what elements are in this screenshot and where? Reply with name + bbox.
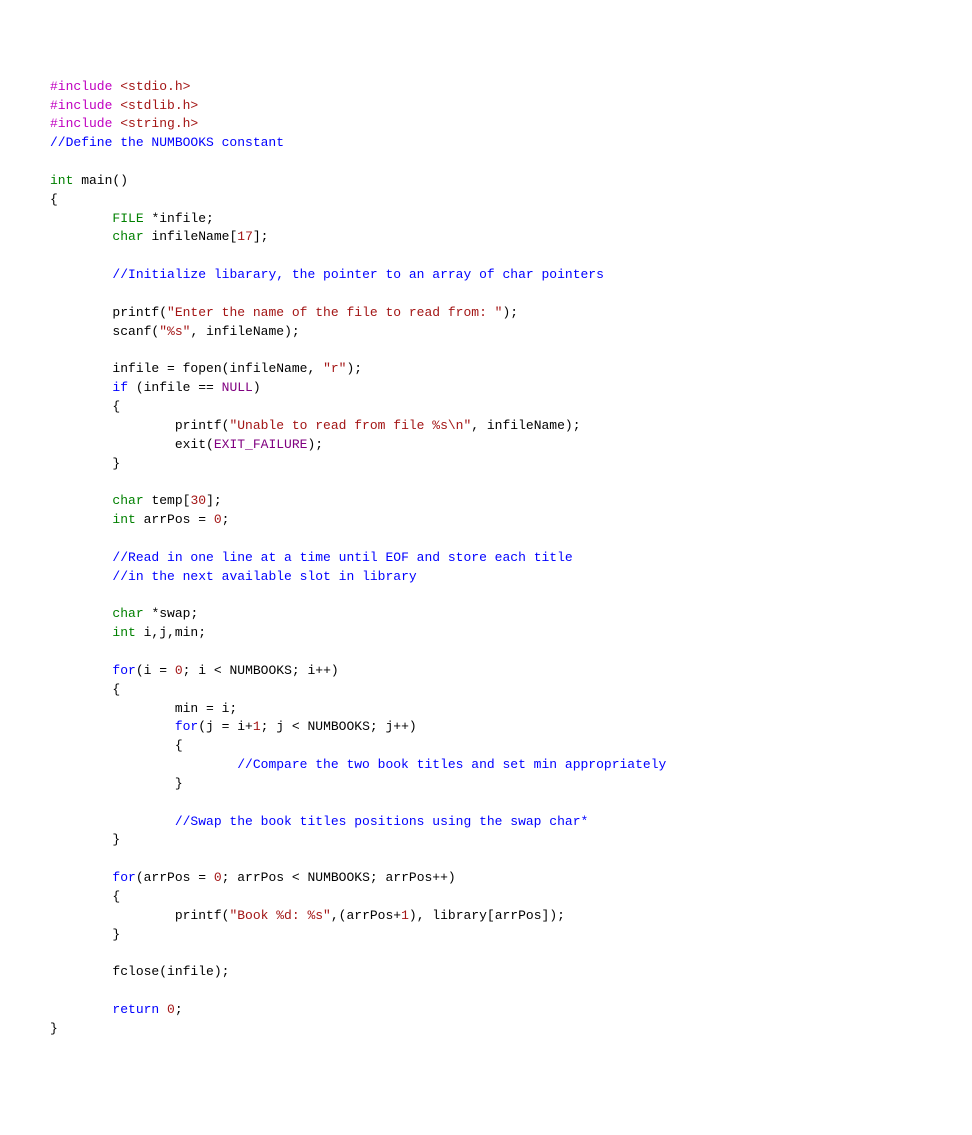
stmt: infile = fopen(infileName, bbox=[112, 361, 323, 376]
type: int bbox=[112, 512, 135, 527]
decl: ]; bbox=[253, 229, 269, 244]
comment: //Read in one line at a time until EOF a… bbox=[112, 550, 572, 565]
type: char bbox=[112, 229, 143, 244]
literal: 0 bbox=[175, 663, 183, 678]
brace: } bbox=[175, 776, 183, 791]
brace: } bbox=[50, 1021, 58, 1036]
brace: { bbox=[112, 889, 120, 904]
brace: { bbox=[112, 399, 120, 414]
literal: 30 bbox=[190, 493, 206, 508]
type: char bbox=[112, 493, 143, 508]
decl: arrPos = bbox=[136, 512, 214, 527]
decl: *swap; bbox=[144, 606, 199, 621]
keyword: if bbox=[112, 380, 128, 395]
brace: } bbox=[112, 456, 120, 471]
decl: infileName[ bbox=[144, 229, 238, 244]
call: printf( bbox=[175, 908, 230, 923]
cond: (i = bbox=[136, 663, 175, 678]
string: "Enter the name of the file to read from… bbox=[167, 305, 502, 320]
literal: 1 bbox=[253, 719, 261, 734]
stmt: ; bbox=[175, 1002, 183, 1017]
stmt: min = i; bbox=[175, 701, 237, 716]
decl: i,j,min; bbox=[136, 625, 206, 640]
call: ); bbox=[307, 437, 323, 452]
decl: ]; bbox=[206, 493, 222, 508]
literal: 0 bbox=[214, 512, 222, 527]
keyword: return bbox=[112, 1002, 159, 1017]
cond: (arrPos = bbox=[136, 870, 214, 885]
call: printf( bbox=[112, 305, 167, 320]
stmt bbox=[159, 1002, 167, 1017]
literal: 0 bbox=[167, 1002, 175, 1017]
comment: //in the next available slot in library bbox=[112, 569, 416, 584]
brace: } bbox=[112, 832, 120, 847]
decl: temp[ bbox=[144, 493, 191, 508]
comment: //Initialize libarary, the pointer to an… bbox=[112, 267, 603, 282]
comment: //Define the NUMBOOKS constant bbox=[50, 135, 284, 150]
type: FILE bbox=[112, 211, 143, 226]
call: ), library[arrPos]); bbox=[409, 908, 565, 923]
preproc: #include bbox=[50, 98, 120, 113]
brace: { bbox=[112, 682, 120, 697]
decl: *infile; bbox=[144, 211, 214, 226]
call: ,(arrPos+ bbox=[331, 908, 401, 923]
stmt: ); bbox=[346, 361, 362, 376]
include-target: <string.h> bbox=[120, 116, 198, 131]
brace: } bbox=[112, 927, 120, 942]
decl: ; bbox=[222, 512, 230, 527]
call: scanf( bbox=[112, 324, 159, 339]
type: int bbox=[50, 173, 73, 188]
include-target: <stdio.h> bbox=[120, 79, 190, 94]
type: int bbox=[112, 625, 135, 640]
macro: NULL bbox=[222, 380, 253, 395]
func-name: main() bbox=[73, 173, 128, 188]
code-block: #include <stdio.h> #include <stdlib.h> #… bbox=[50, 78, 932, 1039]
literal: 1 bbox=[401, 908, 409, 923]
cond: ) bbox=[253, 380, 261, 395]
keyword: for bbox=[112, 870, 135, 885]
brace: { bbox=[50, 192, 58, 207]
call: ); bbox=[503, 305, 519, 320]
cond: ; i < NUMBOOKS; i++) bbox=[183, 663, 339, 678]
cond: ; arrPos < NUMBOOKS; arrPos++) bbox=[222, 870, 456, 885]
call: , infileName); bbox=[471, 418, 580, 433]
call: exit( bbox=[175, 437, 214, 452]
macro: EXIT_FAILURE bbox=[214, 437, 308, 452]
call: , infileName); bbox=[190, 324, 299, 339]
keyword: for bbox=[112, 663, 135, 678]
literal: 0 bbox=[214, 870, 222, 885]
comment: //Compare the two book titles and set mi… bbox=[237, 757, 666, 772]
cond: (infile == bbox=[128, 380, 222, 395]
brace: { bbox=[175, 738, 183, 753]
include-target: <stdlib.h> bbox=[120, 98, 198, 113]
string: "Unable to read from file %s\n" bbox=[229, 418, 471, 433]
call: printf( bbox=[175, 418, 230, 433]
string: "Book %d: %s" bbox=[229, 908, 330, 923]
preproc: #include bbox=[50, 79, 120, 94]
string: "r" bbox=[323, 361, 346, 376]
cond: ; j < NUMBOOKS; j++) bbox=[261, 719, 417, 734]
comment: //Swap the book titles positions using t… bbox=[175, 814, 588, 829]
stmt: fclose(infile); bbox=[112, 964, 229, 979]
type: char bbox=[112, 606, 143, 621]
preproc: #include bbox=[50, 116, 120, 131]
cond: (j = i+ bbox=[198, 719, 253, 734]
string: "%s" bbox=[159, 324, 190, 339]
literal: 17 bbox=[237, 229, 253, 244]
keyword: for bbox=[175, 719, 198, 734]
